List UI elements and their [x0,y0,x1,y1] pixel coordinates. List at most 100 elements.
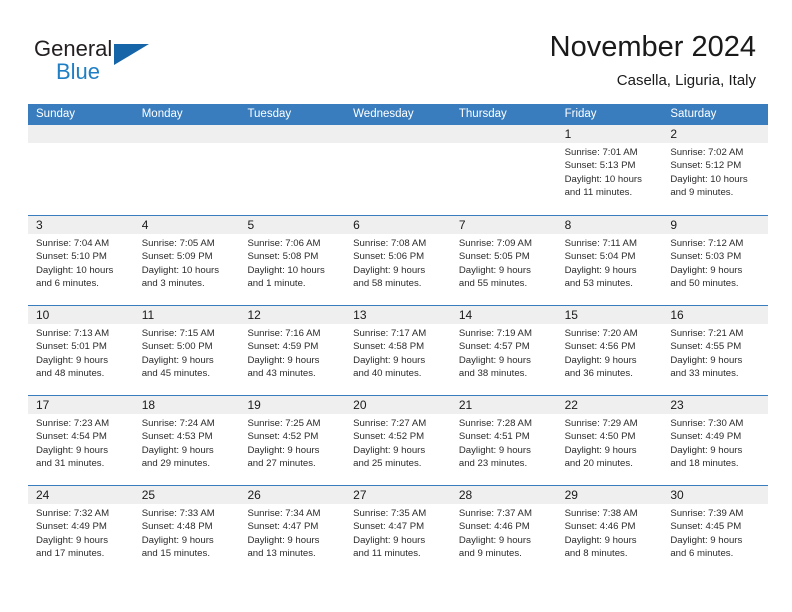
day-info: Sunrise: 7:05 AM Sunset: 5:09 PM Dayligh… [134,234,240,291]
daylight-text-line2: and 6 minutes. [36,278,99,290]
day-info: Sunrise: 7:13 AM Sunset: 5:01 PM Dayligh… [28,324,134,381]
day-number: 4 [141,218,149,232]
day-info: Sunrise: 7:34 AM Sunset: 4:47 PM Dayligh… [239,504,345,561]
day-cell[interactable]: 3 Sunrise: 7:04 AM Sunset: 5:10 PM Dayli… [28,216,134,305]
day-cell[interactable] [239,125,346,215]
daylight-text-line1: Daylight: 9 hours [670,354,743,366]
day-info: Sunrise: 7:23 AM Sunset: 4:54 PM Dayligh… [28,414,134,471]
day-cell[interactable] [133,125,240,215]
sunset-text: Sunset: 4:51 PM [458,431,530,443]
daylight-text-line1: Daylight: 9 hours [247,534,320,546]
week-row: 24 Sunrise: 7:32 AM Sunset: 4:49 PM Dayl… [28,485,769,575]
weekday-friday: Friday [564,108,597,120]
day-info [239,143,345,146]
day-info: Sunrise: 7:37 AM Sunset: 4:46 PM Dayligh… [451,504,557,561]
sunset-text: Sunset: 4:47 PM [353,521,425,533]
sunrise-text: Sunrise: 7:09 AM [458,238,532,249]
day-info: Sunrise: 7:08 AM Sunset: 5:06 PM Dayligh… [345,234,451,291]
day-number: 7 [458,218,466,232]
daylight-text-line1: Daylight: 9 hours [670,534,743,546]
day-cell[interactable]: 2 Sunrise: 7:02 AM Sunset: 5:12 PM Dayli… [662,125,769,215]
daylight-text-line2: and 13 minutes. [247,548,316,560]
day-cell[interactable]: 28 Sunrise: 7:37 AM Sunset: 4:46 PM Dayl… [450,486,557,575]
day-cell[interactable]: 4 Sunrise: 7:05 AM Sunset: 5:09 PM Dayli… [133,216,240,305]
sunset-text: Sunset: 5:12 PM [670,160,742,172]
day-number-band: 6 [345,216,451,234]
day-cell[interactable] [28,125,134,215]
day-number-band: 29 [556,486,663,504]
day-cell[interactable]: 26 Sunrise: 7:34 AM Sunset: 4:47 PM Dayl… [239,486,346,575]
daylight-text-line1: Daylight: 9 hours [458,534,531,546]
day-cell[interactable]: 13 Sunrise: 7:17 AM Sunset: 4:58 PM Dayl… [345,306,451,395]
day-number: 24 [36,488,50,502]
daylight-text-line2: and 1 minute. [247,278,306,290]
daylight-text-line2: and 11 minutes. [564,187,633,199]
day-cell[interactable]: 14 Sunrise: 7:19 AM Sunset: 4:57 PM Dayl… [450,306,557,395]
day-cell[interactable]: 29 Sunrise: 7:38 AM Sunset: 4:46 PM Dayl… [556,486,663,575]
day-cell[interactable]: 30 Sunrise: 7:39 AM Sunset: 4:45 PM Dayl… [662,486,769,575]
day-cell[interactable]: 7 Sunrise: 7:09 AM Sunset: 5:05 PM Dayli… [450,216,557,305]
day-info: Sunrise: 7:04 AM Sunset: 5:10 PM Dayligh… [28,234,134,291]
day-cell[interactable]: 15 Sunrise: 7:20 AM Sunset: 4:56 PM Dayl… [556,306,663,395]
day-number-band: 28 [450,486,557,504]
day-number: 19 [247,398,261,412]
day-cell[interactable]: 10 Sunrise: 7:13 AM Sunset: 5:01 PM Dayl… [28,306,134,395]
page-header: General Blue November 2024 Casella, Ligu… [0,0,792,100]
day-number-band: 2 [662,125,769,143]
day-number: 5 [247,218,255,232]
day-cell[interactable]: 6 Sunrise: 7:08 AM Sunset: 5:06 PM Dayli… [345,216,451,305]
title-block: November 2024 Casella, Liguria, Italy [550,30,756,92]
day-cell[interactable]: 12 Sunrise: 7:16 AM Sunset: 4:59 PM Dayl… [239,306,346,395]
day-cell[interactable]: 18 Sunrise: 7:24 AM Sunset: 4:53 PM Dayl… [133,396,240,485]
day-cell[interactable]: 1 Sunrise: 7:01 AM Sunset: 5:13 PM Dayli… [556,125,663,215]
day-number: 12 [247,308,261,322]
sunrise-text: Sunrise: 7:30 AM [670,418,744,429]
day-cell[interactable]: 16 Sunrise: 7:21 AM Sunset: 4:55 PM Dayl… [662,306,769,395]
day-number-band: 20 [345,396,451,414]
day-cell[interactable] [450,125,557,215]
daylight-text-line2: and 27 minutes. [247,458,316,470]
day-cell[interactable]: 9 Sunrise: 7:12 AM Sunset: 5:03 PM Dayli… [662,216,769,305]
day-cell[interactable]: 8 Sunrise: 7:11 AM Sunset: 5:04 PM Dayli… [556,216,663,305]
day-number-band: 9 [662,216,769,234]
day-cell[interactable]: 5 Sunrise: 7:06 AM Sunset: 5:08 PM Dayli… [239,216,346,305]
day-info [451,143,557,146]
day-cell[interactable]: 27 Sunrise: 7:35 AM Sunset: 4:47 PM Dayl… [345,486,451,575]
day-cell[interactable]: 23 Sunrise: 7:30 AM Sunset: 4:49 PM Dayl… [662,396,769,485]
daylight-text-line1: Daylight: 9 hours [670,264,743,276]
sunrise-text: Sunrise: 7:28 AM [458,418,532,429]
day-cell[interactable]: 17 Sunrise: 7:23 AM Sunset: 4:54 PM Dayl… [28,396,134,485]
week-row: 10 Sunrise: 7:13 AM Sunset: 5:01 PM Dayl… [28,305,769,395]
daylight-text-line2: and 58 minutes. [353,278,422,290]
daylight-text-line2: and 17 minutes. [36,548,105,560]
day-cell[interactable] [345,125,451,215]
daylight-text-line2: and 15 minutes. [141,548,210,560]
day-cell[interactable]: 20 Sunrise: 7:27 AM Sunset: 4:52 PM Dayl… [345,396,451,485]
daylight-text-line1: Daylight: 9 hours [36,354,108,366]
day-number-band: 17 [28,396,134,414]
weekday-monday: Monday [141,108,183,120]
day-number: 23 [670,398,684,412]
sunset-text: Sunset: 5:05 PM [458,251,530,263]
day-number: 26 [247,488,261,502]
day-number-band: 11 [133,306,240,324]
sunset-text: Sunset: 5:04 PM [564,251,636,263]
week-row: 1 Sunrise: 7:01 AM Sunset: 5:13 PM Dayli… [28,125,769,215]
sunrise-text: Sunrise: 7:01 AM [564,147,638,158]
day-cell[interactable]: 25 Sunrise: 7:33 AM Sunset: 4:48 PM Dayl… [133,486,240,575]
day-cell[interactable]: 24 Sunrise: 7:32 AM Sunset: 4:49 PM Dayl… [28,486,134,575]
day-info: Sunrise: 7:06 AM Sunset: 5:08 PM Dayligh… [239,234,345,291]
daylight-text-line2: and 18 minutes. [670,458,739,470]
day-number: 14 [458,308,473,322]
day-number-band: 14 [450,306,557,324]
day-cell[interactable]: 21 Sunrise: 7:28 AM Sunset: 4:51 PM Dayl… [450,396,557,485]
day-cell[interactable]: 22 Sunrise: 7:29 AM Sunset: 4:50 PM Dayl… [556,396,663,485]
day-info: Sunrise: 7:02 AM Sunset: 5:12 PM Dayligh… [662,143,768,200]
day-number [239,127,247,141]
day-cell[interactable]: 11 Sunrise: 7:15 AM Sunset: 5:00 PM Dayl… [133,306,240,395]
day-number: 15 [564,308,578,322]
brand-logo[interactable]: General Blue [34,36,174,88]
daylight-text-line1: Daylight: 9 hours [141,444,214,456]
day-info: Sunrise: 7:17 AM Sunset: 4:58 PM Dayligh… [345,324,451,381]
day-cell[interactable]: 19 Sunrise: 7:25 AM Sunset: 4:52 PM Dayl… [239,396,346,485]
